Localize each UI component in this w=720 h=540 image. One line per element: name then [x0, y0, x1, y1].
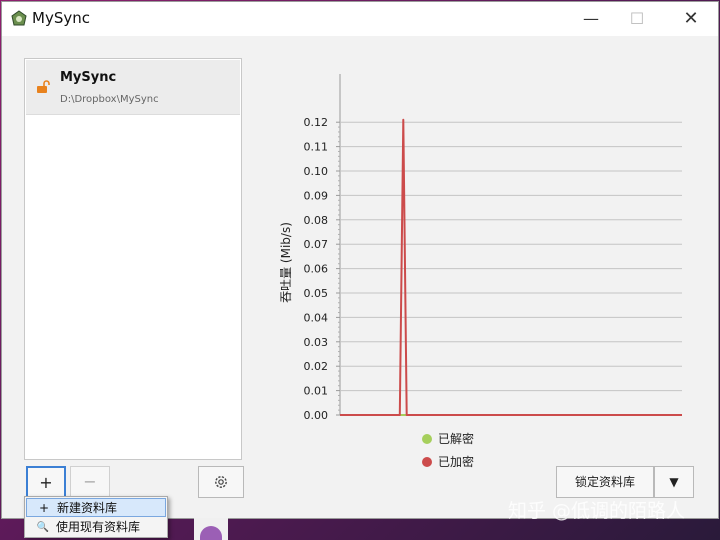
legend-dot-icon	[422, 434, 432, 444]
remove-library-button[interactable]: −	[70, 466, 110, 498]
lock-library-button[interactable]: 锁定资料库	[556, 466, 654, 498]
legend-item-decrypted: 已解密	[422, 430, 474, 448]
settings-button[interactable]	[198, 466, 244, 498]
legend-label: 已加密	[438, 455, 475, 469]
plus-icon: +	[38, 501, 50, 515]
throughput-chart: 0.00 0.01 0.02 0.03 0.04 0.05 0.06 0.07 0.08 0.09…	[272, 74, 702, 454]
y-tick-label: 0.01	[304, 385, 329, 398]
y-tick-label: 0.02	[304, 360, 329, 373]
close-button[interactable]: ✕	[668, 2, 714, 36]
add-library-button[interactable]: +	[26, 466, 66, 498]
series-line	[340, 118, 682, 416]
menu-item-label: 使用现有资料库	[56, 520, 141, 534]
title-bar[interactable]: MySync — ☐ ✕	[2, 2, 718, 36]
menu-item-new-library[interactable]: + 新建资料库	[26, 498, 166, 517]
y-axis-label: 吞吐量 (Mib/s)	[279, 222, 293, 303]
y-tick-label: 0.10	[304, 165, 329, 178]
menu-item-label: 新建资料库	[57, 501, 118, 515]
menu-item-existing-library[interactable]: 🔍 使用现有资料库	[26, 518, 166, 537]
watermark-text: 知乎 @低调的陌路人	[508, 500, 686, 522]
content-area: MySync D:\Dropbox\MySync + − 0.00 0.01 0.0…	[2, 36, 718, 518]
y-tick-label: 0.12	[304, 116, 329, 129]
legend-item-encrypted: 已加密	[422, 453, 474, 471]
library-item[interactable]: MySync D:\Dropbox\MySync	[26, 60, 240, 115]
add-library-menu: + 新建资料库 🔍 使用现有资料库	[24, 496, 168, 538]
library-name: MySync	[60, 70, 117, 85]
app-icon	[11, 10, 27, 26]
y-tick-label: 0.06	[304, 263, 329, 276]
library-list[interactable]: MySync D:\Dropbox\MySync	[24, 58, 242, 460]
chart-svg: 0.00 0.01 0.02 0.03 0.04 0.05 0.06 0.07 0.08 0.09…	[279, 74, 682, 422]
y-tick-label: 0.05	[304, 287, 329, 300]
gear-icon	[215, 476, 227, 488]
y-tick-label: 0.07	[304, 238, 329, 251]
search-icon: 🔍	[36, 522, 50, 533]
window-title: MySync	[32, 9, 90, 27]
maximize-button[interactable]: ☐	[614, 2, 660, 36]
library-path: D:\Dropbox\MySync	[60, 94, 159, 105]
y-tick-label: 0.11	[304, 141, 329, 154]
minimize-button[interactable]: —	[568, 2, 614, 36]
lock-options-dropdown[interactable]: ▼	[654, 466, 694, 498]
legend-dot-icon	[422, 457, 432, 467]
y-tick-label: 0.09	[304, 189, 329, 202]
y-tick-label: 0.03	[304, 336, 329, 349]
legend-label: 已解密	[438, 432, 475, 446]
main-window: MySync — ☐ ✕ MySync D:\Dropbox\MySync + …	[2, 2, 718, 518]
y-tick-label: 0.04	[304, 311, 329, 324]
y-tick-label: 0.00	[304, 409, 329, 422]
y-tick-label: 0.08	[304, 214, 329, 227]
unlocked-lock-icon	[37, 80, 50, 93]
taskbar-app-icon[interactable]	[194, 518, 228, 540]
app-thumbnail-icon	[200, 526, 222, 540]
